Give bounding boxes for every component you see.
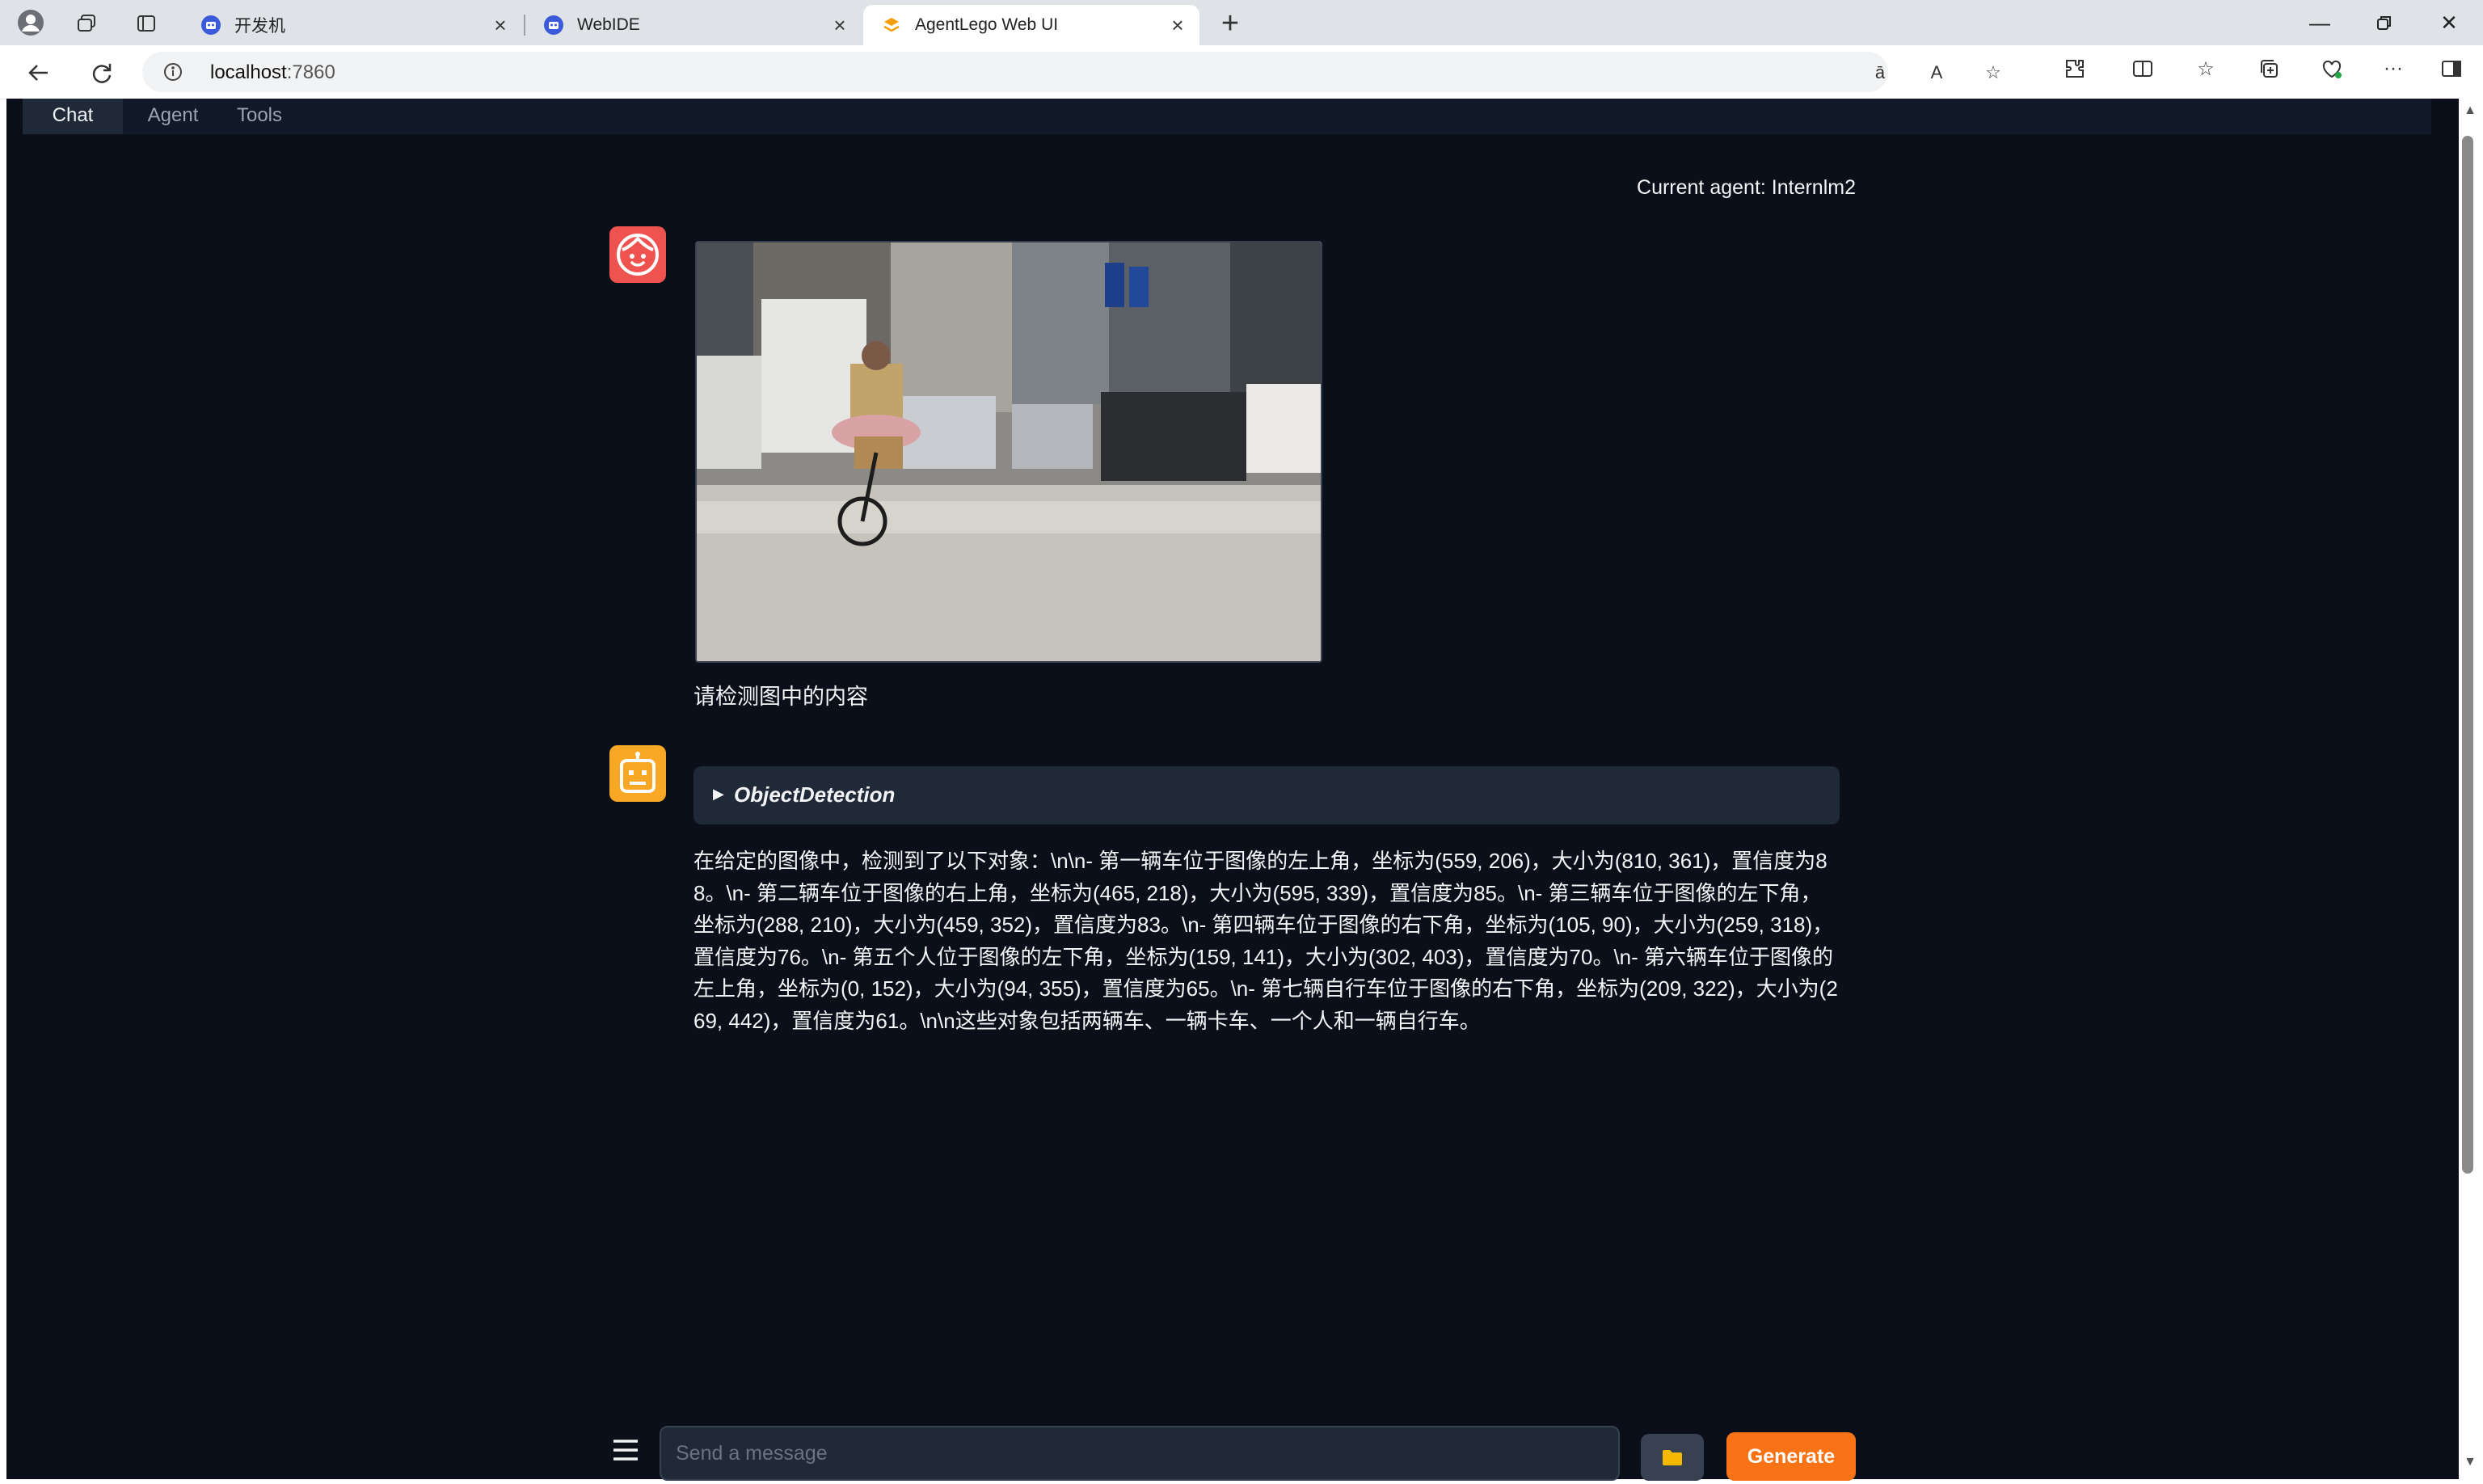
agentlego-favicon-icon <box>881 15 902 36</box>
message-input[interactable] <box>660 1426 1620 1481</box>
close-window-button[interactable]: ✕ <box>2417 6 2481 39</box>
generate-button[interactable]: Generate <box>1726 1432 1856 1481</box>
folder-icon <box>1663 1450 1682 1465</box>
uploaded-street-photo[interactable] <box>695 241 1322 663</box>
menu-icon[interactable] <box>611 1436 640 1465</box>
tab-agent[interactable]: Agent <box>133 99 213 134</box>
restore-button[interactable] <box>2352 6 2417 39</box>
minimize-button[interactable]: — <box>2287 6 2352 39</box>
current-agent-label: Current agent: Internlm2 <box>1637 176 1856 199</box>
scrollbar-thumb[interactable] <box>2462 136 2473 1174</box>
tab-title: 开发机 <box>234 17 285 36</box>
tool-call-disclosure[interactable]: ▶ ObjectDetection <box>693 766 1840 824</box>
expand-triangle-icon: ▶ <box>713 786 724 802</box>
bot-message-text: 在给定的图像中，检测到了以下对象：\n\n- 第一辆车位于图像的左上角，坐标为(… <box>693 849 1838 1033</box>
robot-favicon-icon <box>200 15 221 36</box>
browser-tab-strip: 开发机 × WebIDE × AgentLego Web UI × + — ✕ <box>0 0 2483 45</box>
robot-favicon-icon <box>543 15 564 36</box>
tab-title: WebIDE <box>577 15 640 34</box>
user-message-text: 请检测图中的内容 <box>693 685 868 709</box>
tab-tools[interactable]: Tools <box>221 99 297 134</box>
workspaces-icon[interactable] <box>73 10 100 37</box>
tab-actions-icon[interactable] <box>133 10 160 37</box>
user-face-icon <box>617 234 659 276</box>
favorites-icon[interactable]: ☆ <box>2192 55 2220 82</box>
close-tab-icon[interactable]: × <box>829 13 850 37</box>
refresh-button[interactable] <box>84 55 120 91</box>
back-button[interactable] <box>21 55 57 91</box>
browser-tab-agentlego[interactable]: AgentLego Web UI × <box>863 5 1199 45</box>
split-screen-icon[interactable] <box>2129 55 2156 82</box>
more-options-icon[interactable]: ··· <box>2380 55 2407 82</box>
new-tab-button[interactable]: + <box>1212 8 1248 39</box>
bot-avatar <box>609 745 666 802</box>
close-tab-icon[interactable]: × <box>490 13 511 37</box>
close-tab-icon[interactable]: × <box>1167 13 1188 37</box>
read-aloud-icon[interactable]: A <box>1925 61 1948 84</box>
user-avatar <box>609 226 666 283</box>
browser-toolbar: localhost:7860 ā A ☆ <box>0 45 2483 99</box>
url-text: localhost:7860 <box>210 61 335 84</box>
browser-tab-kaifaji[interactable]: 开发机 × <box>183 5 522 45</box>
upload-file-button[interactable] <box>1641 1434 1704 1481</box>
favorite-star-icon[interactable]: ☆ <box>1982 61 2005 84</box>
translate-icon[interactable]: ā <box>1869 61 1891 84</box>
address-bar[interactable]: localhost:7860 ā A ☆ <box>142 52 2001 92</box>
tab-title: AgentLego Web UI <box>915 15 1059 34</box>
tool-name: ObjectDetection <box>734 782 896 807</box>
url-host: localhost <box>210 61 287 83</box>
scroll-down-arrow-icon[interactable]: ▼ <box>2462 1455 2478 1471</box>
robot-icon <box>620 752 656 793</box>
url-port: :7860 <box>286 61 335 83</box>
collections-icon[interactable] <box>2255 55 2283 82</box>
tab-chat[interactable]: Chat <box>23 99 123 136</box>
site-info-icon[interactable] <box>163 62 183 82</box>
extensions-icon[interactable] <box>2061 55 2089 82</box>
page-viewport: Chat Agent Tools Current agent: Internlm… <box>6 99 2459 1479</box>
scroll-up-arrow-icon[interactable]: ▲ <box>2462 103 2478 120</box>
app-tab-bar: Chat Agent Tools <box>23 99 2431 136</box>
browser-tab-webide[interactable]: WebIDE × <box>525 5 862 45</box>
sidebar-toggle-icon[interactable] <box>2438 55 2465 82</box>
browser-essentials-icon[interactable] <box>2318 55 2346 82</box>
profile-icon[interactable] <box>16 8 45 37</box>
